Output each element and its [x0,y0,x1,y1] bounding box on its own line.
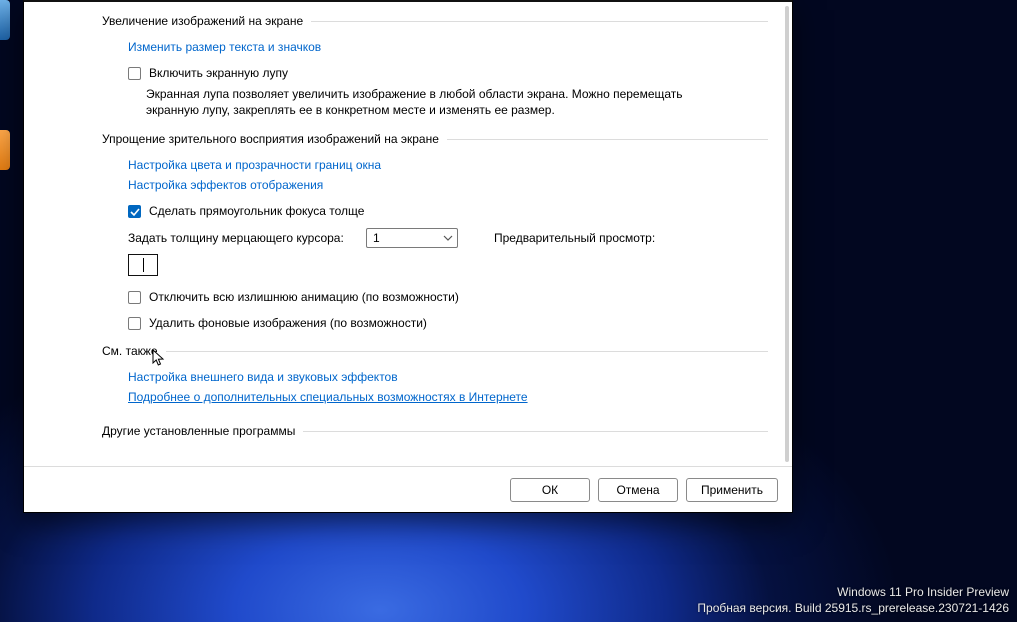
desktop-shortcut-label: x. [0,244,10,255]
checkbox-label: Отключить всю излишнюю анимацию (по возм… [149,290,459,304]
group-separator [303,431,768,432]
group-separator [311,21,768,22]
vertical-scrollbar[interactable] [785,6,789,462]
desktop-shortcut-label: ex [0,40,10,51]
group-simplify-visual: Упрощение зрительного восприятия изображ… [102,132,768,332]
link-display-effects[interactable]: Настройка эффектов отображения [128,178,323,192]
cursor-preview-caret [143,258,144,272]
group-title: См. также [102,344,158,358]
checkbox-label: Включить экранную лупу [149,66,288,80]
group-other-installed-programs: Другие установленные программы [102,424,768,438]
desktop-shortcut-icon[interactable] [0,130,10,170]
watermark-line1: Windows 11 Pro Insider Preview [697,584,1009,600]
checkbox-enable-magnifier[interactable] [128,67,141,80]
checkbox-remove-background-images[interactable] [128,317,141,330]
magnifier-description: Экранная лупа позволяет увеличить изобра… [146,86,726,118]
checkbox-label: Сделать прямоугольник фокуса толще [149,204,364,218]
ok-button[interactable]: ОК [510,478,590,502]
checkbox-disable-animations[interactable] [128,291,141,304]
cancel-button[interactable]: Отмена [598,478,678,502]
apply-button[interactable]: Применить [686,478,778,502]
group-title: Другие установленные программы [102,424,295,438]
combobox-value: 1 [373,231,380,245]
ease-of-access-dialog: Увеличение изображений на экране Изменит… [23,0,793,513]
group-separator [447,139,768,140]
link-appearance-sound[interactable]: Настройка внешнего вида и звуковых эффек… [128,370,398,384]
link-resize-text-icons[interactable]: Изменить размер текста и значков [128,40,321,54]
group-enlarge-images: Увеличение изображений на экране Изменит… [102,14,768,120]
checkbox-label: Удалить фоновые изображения (по возможно… [149,316,427,330]
dialog-button-bar: ОК Отмена Применить [24,466,792,512]
link-window-border-color[interactable]: Настройка цвета и прозрачности границ ок… [128,158,381,172]
group-title: Упрощение зрительного восприятия изображ… [102,132,439,146]
group-title: Увеличение изображений на экране [102,14,303,28]
windows-watermark: Windows 11 Pro Insider Preview Пробная в… [697,584,1009,616]
watermark-line2: Пробная версия. Build 25915.rs_prereleas… [697,600,1009,616]
cursor-thickness-label: Задать толщину мерцающего курсора: [128,231,348,245]
desktop-icons: ex x. [0,0,10,320]
chevron-down-icon [443,233,453,243]
desktop-shortcut-icon[interactable] [0,0,10,40]
link-more-accessibility-online[interactable]: Подробнее о дополнительных специальных в… [128,390,528,404]
group-see-also: См. также Настройка внешнего вида и звук… [102,344,768,406]
cursor-preview-box [128,254,158,276]
preview-label: Предварительный просмотр: [494,231,655,245]
dialog-content: Увеличение изображений на экране Изменит… [24,2,792,466]
checkbox-thicker-focus-rect[interactable] [128,205,141,218]
group-separator [166,351,768,352]
cursor-thickness-combobox[interactable]: 1 [366,228,458,248]
